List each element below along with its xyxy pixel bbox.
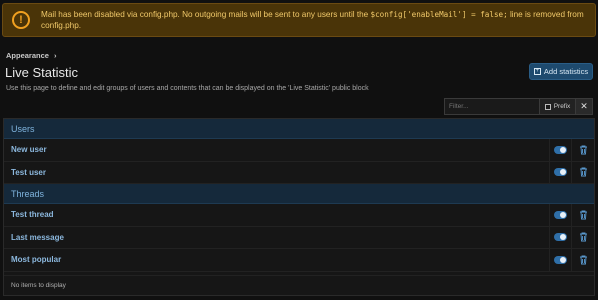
breadcrumb-separator: › (53, 51, 57, 60)
list-item: New user (4, 139, 594, 162)
item-link[interactable]: Last message (4, 233, 64, 242)
alert-code: $config['enableMail'] = false; (370, 9, 508, 19)
item-link[interactable]: Test user (4, 168, 46, 177)
delete-button[interactable] (571, 139, 594, 161)
close-icon[interactable]: ✕ (576, 98, 593, 115)
prefix-checkbox[interactable] (544, 103, 551, 110)
page-title: Live Statistic (5, 65, 78, 80)
statistics-list: Users New user Test user Threads Test th… (3, 118, 595, 296)
list-item: Last message (4, 226, 594, 249)
list-item: Most popular (4, 249, 594, 272)
breadcrumb-item-appearance[interactable]: Appearance (6, 51, 49, 60)
list-footer: No items to display (4, 275, 594, 295)
page-description: Use this page to define and edit groups … (6, 85, 369, 92)
trash-icon (579, 145, 587, 155)
item-link[interactable]: New user (4, 145, 47, 154)
enable-toggle[interactable] (554, 233, 567, 242)
enable-toggle[interactable] (554, 255, 567, 264)
delete-button[interactable] (571, 249, 594, 271)
alert-message: Mail has been disabled via config.php. N… (41, 9, 595, 32)
breadcrumb: Appearance › (6, 51, 56, 60)
exclamation-circle-icon: ! (12, 11, 30, 29)
mail-disabled-alert: ! Mail has been disabled via config.php.… (2, 3, 596, 37)
list-item: Test user (4, 161, 594, 184)
group-header-threads: Threads (4, 184, 594, 204)
delete-button[interactable] (571, 161, 594, 183)
trash-icon (579, 232, 587, 242)
add-statistics-button[interactable]: + Add statistics (529, 63, 593, 80)
trash-icon (579, 167, 587, 177)
item-link[interactable]: Most popular (4, 255, 61, 264)
add-statistics-label: Add statistics (543, 67, 589, 76)
alert-text-before: Mail has been disabled via config.php. N… (41, 9, 371, 19)
item-link[interactable]: Test thread (4, 210, 54, 219)
enable-toggle[interactable] (554, 168, 567, 177)
filter-bar: Prefix ✕ (444, 98, 593, 115)
delete-button[interactable] (571, 204, 594, 226)
enable-toggle[interactable] (554, 210, 567, 219)
list-item: Test thread (4, 204, 594, 227)
prefix-toggle[interactable]: Prefix (540, 98, 576, 115)
delete-button[interactable] (571, 226, 594, 248)
trash-icon (579, 255, 587, 265)
prefix-label: Prefix (553, 103, 571, 110)
enable-toggle[interactable] (554, 145, 567, 154)
group-header-users: Users (4, 119, 594, 139)
filter-input[interactable] (444, 98, 540, 115)
plus-square-icon: + (533, 68, 541, 75)
trash-icon (579, 210, 587, 220)
